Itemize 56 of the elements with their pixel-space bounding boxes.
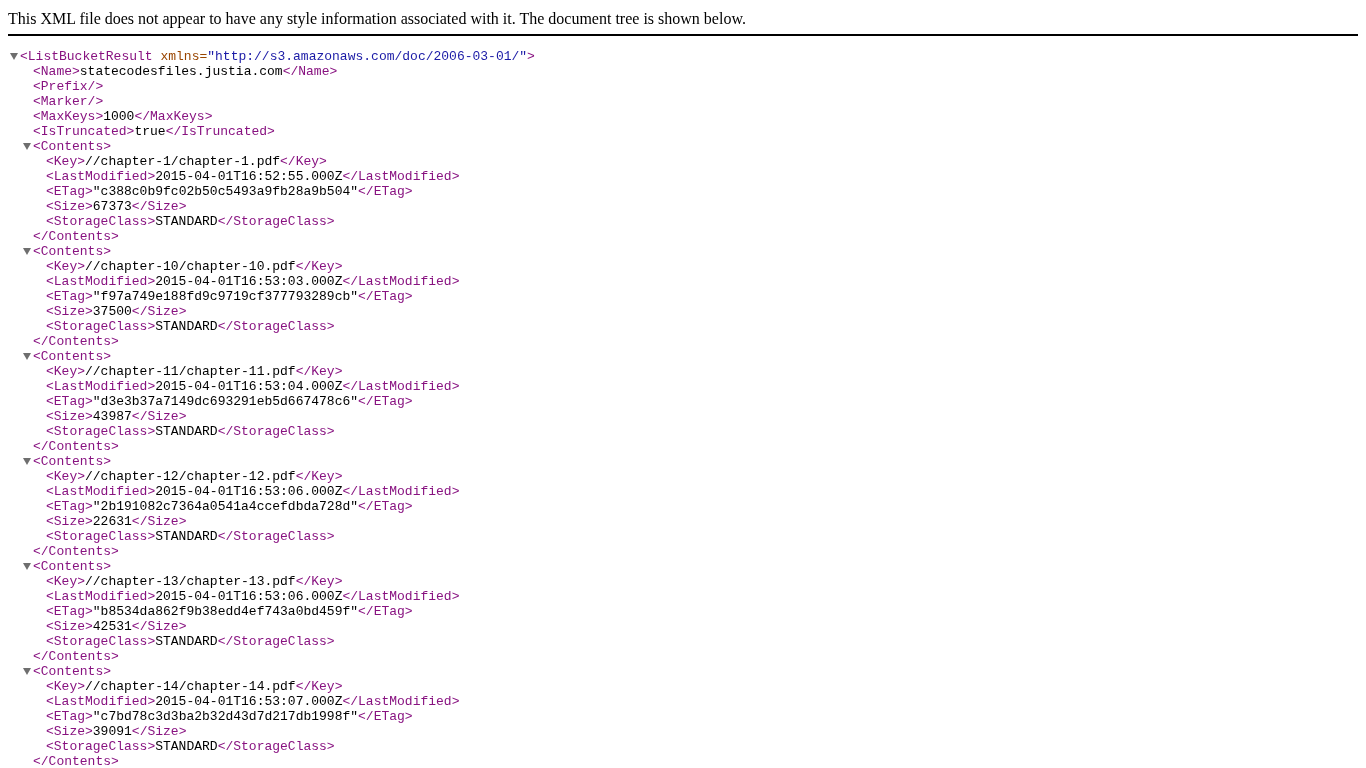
xml-line: <Key>//chapter-13/chapter-13.pdf</Key> — [46, 574, 343, 589]
xml-line: <Key>//chapter-1/chapter-1.pdf</Key> — [46, 154, 327, 169]
notice-text: This XML file does not appear to have any style information associated with it. The document tree is shown below. — [8, 10, 746, 28]
xml-line: <StorageClass>STANDARD</StorageClass> — [46, 739, 335, 754]
xml-line: <Size>39091</Size> — [46, 724, 187, 739]
xml-line: <Contents> — [33, 559, 111, 574]
xml-line: <Prefix/> — [33, 79, 104, 94]
xml-line: <Size>42531</Size> — [46, 619, 187, 634]
collapse-toggle[interactable] — [23, 458, 31, 466]
collapse-toggle[interactable] — [10, 53, 18, 61]
xml-line: <Key>//chapter-11/chapter-11.pdf</Key> — [46, 364, 343, 379]
collapse-toggle[interactable] — [23, 353, 31, 361]
xml-line: <Name>statecodesfiles.justia.com</Name> — [33, 64, 338, 79]
xml-line: <Contents> — [33, 139, 111, 154]
xml-line: <ETag>"c388c0b9fc02b50c5493a9fb28a9b504"</ETag> — [46, 184, 413, 199]
xml-line: <Key>//chapter-12/chapter-12.pdf</Key> — [46, 469, 343, 484]
xml-line: <ListBucketResult xmlns="http://s3.amazonaws.com/doc/2006-03-01/"> — [20, 49, 535, 64]
xml-line: </Contents> — [33, 334, 119, 349]
xml-line: </Contents> — [33, 544, 119, 559]
xml-line: <LastModified>2015-04-01T16:53:06.000Z</LastModified> — [46, 589, 460, 604]
xml-line: <LastModified>2015-04-01T16:53:04.000Z</LastModified> — [46, 379, 460, 394]
xml-line: <ETag>"c7bd78c3d3ba2b32d43d7d217db1998f"</ETag> — [46, 709, 413, 724]
xml-line: <ETag>"d3e3b37a7149dc693291eb5d667478c6"</ETag> — [46, 394, 413, 409]
xml-line: <LastModified>2015-04-01T16:53:06.000Z</LastModified> — [46, 484, 460, 499]
xml-line: </Contents> — [33, 439, 119, 454]
xml-line: <Size>43987</Size> — [46, 409, 187, 424]
xml-line: <Key>//chapter-10/chapter-10.pdf</Key> — [46, 259, 343, 274]
xml-line: <Size>22631</Size> — [46, 514, 187, 529]
xml-line: <Contents> — [33, 244, 111, 259]
collapse-toggle[interactable] — [23, 668, 31, 676]
xml-line: <StorageClass>STANDARD</StorageClass> — [46, 319, 335, 334]
xml-line: <MaxKeys>1000</MaxKeys> — [33, 109, 213, 124]
xml-line: <Contents> — [33, 349, 111, 364]
xml-line: <StorageClass>STANDARD</StorageClass> — [46, 214, 335, 229]
collapse-toggle[interactable] — [23, 248, 31, 256]
xml-line: <LastModified>2015-04-01T16:53:07.000Z</LastModified> — [46, 694, 460, 709]
xml-line: <ETag>"b8534da862f9b38edd4ef743a0bd459f"</ETag> — [46, 604, 413, 619]
xml-line: <Key>//chapter-14/chapter-14.pdf</Key> — [46, 679, 343, 694]
xml-line: </Contents> — [33, 229, 119, 244]
xml-line: <IsTruncated>true</IsTruncated> — [33, 124, 275, 139]
xml-line: <StorageClass>STANDARD</StorageClass> — [46, 424, 335, 439]
xml-line: <LastModified>2015-04-01T16:52:55.000Z</LastModified> — [46, 169, 460, 184]
xml-line: </Contents> — [33, 754, 119, 768]
xml-line: <ETag>"2b191082c7364a0541a4ccefdbda728d"</ETag> — [46, 499, 413, 514]
xml-line: <Size>37500</Size> — [46, 304, 187, 319]
xml-line: <Contents> — [33, 664, 111, 679]
xml-line: <StorageClass>STANDARD</StorageClass> — [46, 529, 335, 544]
xml-line: <StorageClass>STANDARD</StorageClass> — [46, 634, 335, 649]
collapse-toggle[interactable] — [23, 563, 31, 571]
collapse-toggle[interactable] — [23, 143, 31, 151]
xml-line: <ETag>"f97a749e188fd9c9719cf377793289cb"</ETag> — [46, 289, 413, 304]
xml-line: <Marker/> — [33, 94, 104, 109]
xml-line: <LastModified>2015-04-01T16:53:03.000Z</LastModified> — [46, 274, 460, 289]
xml-line: <Size>67373</Size> — [46, 199, 187, 214]
xml-line: <Contents> — [33, 454, 111, 469]
xml-line: </Contents> — [33, 649, 119, 664]
